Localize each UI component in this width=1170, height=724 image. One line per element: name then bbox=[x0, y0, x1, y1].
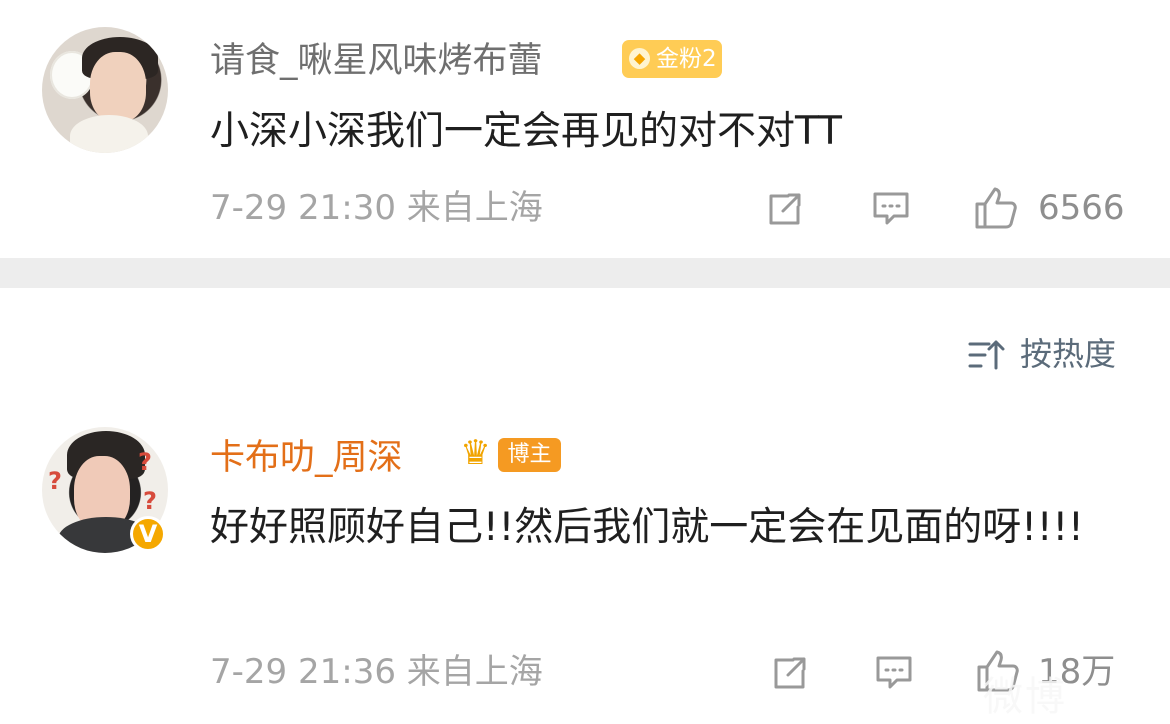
fan-level-badge-label: 金粉2 bbox=[656, 46, 717, 72]
blogger-badge[interactable]: 博主 bbox=[498, 438, 561, 472]
sort-label: 按热度 bbox=[1020, 335, 1117, 373]
share-icon[interactable] bbox=[769, 652, 811, 694]
avatar-face bbox=[90, 52, 146, 122]
share-icon[interactable] bbox=[764, 188, 806, 230]
weibo-watermark: 微博 bbox=[983, 674, 1067, 720]
comment-icon[interactable] bbox=[873, 652, 915, 694]
user-avatar[interactable] bbox=[42, 27, 168, 153]
comment-username[interactable]: 请食_啾星风味烤布蕾 bbox=[210, 41, 543, 81]
question-mark-decoration: ? bbox=[48, 467, 62, 495]
avatar-shirt bbox=[70, 115, 148, 153]
blogger-username[interactable]: 卡布叻_周深 bbox=[210, 438, 403, 478]
question-mark-decoration: ? bbox=[138, 448, 152, 476]
like-count: 6566 bbox=[1038, 188, 1125, 228]
comment-item-1: 请食_啾星风味烤布蕾 ◆ 金粉2 小深小深我们一定会再见的对不对TT 7-29 … bbox=[0, 0, 1170, 258]
comment-separator bbox=[0, 258, 1170, 288]
comment-time-location: 7-29 21:30 来自上海 bbox=[210, 188, 543, 228]
comment-icon[interactable] bbox=[870, 188, 912, 230]
question-mark-decoration: ? bbox=[143, 487, 157, 515]
sort-icon bbox=[968, 340, 1005, 370]
crown-icon: ♛ bbox=[460, 433, 491, 473]
diamond-badge-icon: ◆ bbox=[629, 48, 650, 69]
verified-v-icon: V bbox=[130, 516, 166, 552]
comment-text: 好好照顾好自己!!然后我们就一定会在见面的呀!!!! bbox=[210, 505, 1084, 550]
comment-text: 小深小深我们一定会再见的对不对TT bbox=[210, 109, 842, 154]
comment-time-location: 7-29 21:36 来自上海 bbox=[210, 652, 543, 692]
fan-level-badge[interactable]: ◆ 金粉2 bbox=[622, 40, 722, 78]
thumb-up-icon[interactable] bbox=[972, 184, 1020, 232]
